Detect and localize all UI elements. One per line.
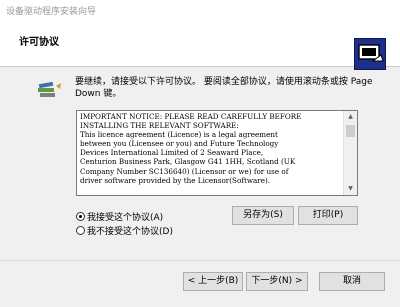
books-icon xyxy=(36,80,62,102)
decline-label: 我不接受这个协议(D) xyxy=(87,227,173,237)
scroll-up-icon[interactable]: ▲ xyxy=(344,111,357,123)
instruction-text: 要继续，请接受以下许可协议。 要阅读全部协议，请使用滚动条或按 Page Dow… xyxy=(75,77,373,99)
window-title: 设备驱动程序安装向导 xyxy=(6,7,97,17)
print-button[interactable]: 打印(P) xyxy=(298,206,358,225)
divider xyxy=(0,260,400,261)
license-text: IMPORTANT NOTICE: PLEASE READ CAREFULLY … xyxy=(80,112,302,185)
wizard-header: 许可协议 xyxy=(0,22,400,70)
title-bar: 设备驱动程序安装向导 xyxy=(0,0,400,23)
decline-option[interactable]: 我不接受这个协议(D) xyxy=(76,226,173,238)
cancel-button[interactable]: 取消 xyxy=(319,272,385,291)
radio-selected-icon[interactable] xyxy=(76,212,85,221)
license-scrollbar[interactable]: ▲ ▼ xyxy=(343,111,357,195)
license-textbox[interactable]: IMPORTANT NOTICE: PLEASE READ CAREFULLY … xyxy=(76,110,358,196)
back-button[interactable]: < 上一步(B) xyxy=(183,272,243,291)
installer-wizard-icon xyxy=(354,38,386,70)
scroll-thumb[interactable] xyxy=(346,125,355,137)
accept-label: 我接受这个协议(A) xyxy=(87,213,164,223)
accept-option[interactable]: 我接受这个协议(A) xyxy=(76,212,163,224)
next-button[interactable]: 下一步(N) > xyxy=(246,272,308,291)
page-title: 许可协议 xyxy=(19,37,59,48)
save-as-button[interactable]: 另存为(S) xyxy=(232,206,294,225)
scroll-down-icon[interactable]: ▼ xyxy=(344,183,357,195)
radio-unselected-icon[interactable] xyxy=(76,226,85,235)
